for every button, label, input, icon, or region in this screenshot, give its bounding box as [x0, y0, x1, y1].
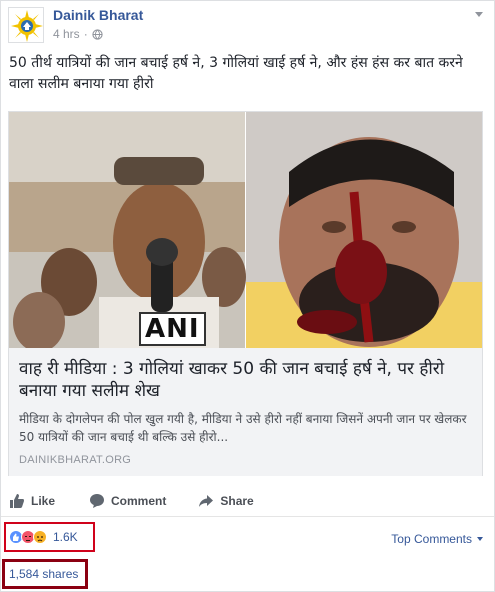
globe-icon — [92, 28, 103, 40]
ani-logo-badge: ANI — [139, 312, 206, 346]
page-avatar[interactable] — [8, 7, 44, 43]
share-button[interactable]: Share — [198, 493, 254, 509]
link-preview-body[interactable]: वाह री मीडिया : 3 गोलियां खाकर 50 की जान… — [9, 348, 482, 476]
like-button[interactable]: Like — [9, 493, 55, 509]
link-preview-card[interactable]: ANI वाह री मीडिया : 3 गोलियां खाकर 50 की… — [8, 111, 483, 476]
post-action-bar: Like Comment Share — [1, 485, 494, 517]
comment-label: Comment — [111, 493, 167, 508]
link-title[interactable]: वाह री मीडिया : 3 गोलियां खाकर 50 की जान… — [19, 358, 472, 402]
reactions-summary[interactable]: 1.6K — [4, 522, 95, 552]
link-domain: DAINIKBHARAT.ORG — [19, 454, 132, 466]
news-photo-collage — [9, 112, 482, 348]
link-preview-image[interactable]: ANI — [9, 112, 482, 348]
like-label: Like — [31, 493, 56, 508]
comment-button[interactable]: Comment — [89, 493, 166, 509]
link-description: मीडिया के दोगलेपन की पोल खुल गयी है, मीड… — [19, 412, 467, 444]
dainik-bharat-logo-icon — [9, 8, 43, 42]
post-meta: 4 hrs · — [53, 27, 103, 41]
chevron-down-icon — [477, 537, 483, 541]
post-message: 50 तीर्थ यात्रियों की जान बचाई हर्ष ने, … — [9, 55, 463, 92]
share-arrow-icon — [199, 494, 214, 507]
sad-icon — [33, 530, 47, 544]
meta-separator: · — [83, 27, 88, 41]
post-options-chevron-icon[interactable] — [474, 9, 484, 19]
post-timestamp[interactable]: 4 hrs — [53, 27, 80, 41]
reaction-count[interactable]: 1.6K — [53, 530, 78, 544]
comment-bubble-icon — [90, 493, 105, 508]
comment-sort-label: Top Comments — [391, 532, 472, 546]
comment-sort-dropdown[interactable]: Top Comments — [391, 532, 484, 546]
feed-post: Dainik Bharat 4 hrs · 50 तीर्थ यात्रियों… — [0, 0, 495, 592]
shares-count-link[interactable]: 1,584 shares — [2, 559, 88, 589]
share-label: Share — [220, 493, 254, 508]
page-name-link[interactable]: Dainik Bharat — [53, 7, 143, 23]
thumbs-up-icon — [10, 493, 24, 508]
